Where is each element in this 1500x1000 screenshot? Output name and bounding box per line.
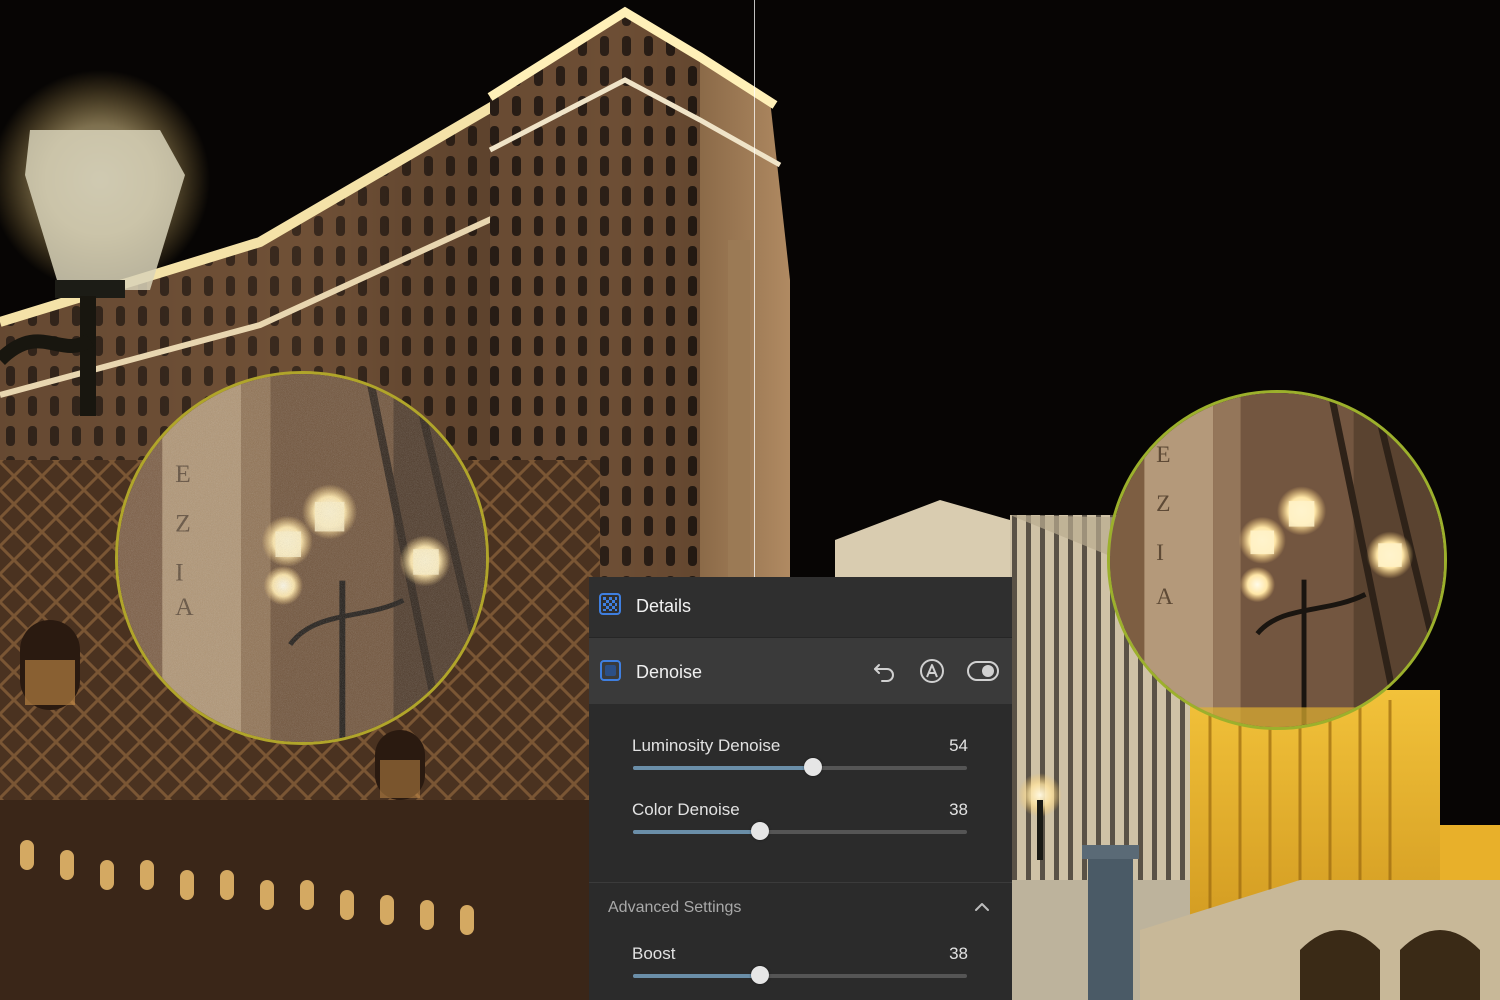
boost-slider[interactable]: Boost 38: [632, 944, 968, 994]
luminosity-denoise-slider[interactable]: Luminosity Denoise 54: [632, 736, 968, 786]
slider-label: Color Denoise: [632, 800, 740, 819]
svg-text:A: A: [1156, 584, 1173, 610]
denoise-section-header[interactable]: Denoise: [589, 638, 1012, 704]
zoom-after-image: EZIA: [1110, 393, 1444, 727]
svg-text:I: I: [1156, 540, 1164, 566]
zoom-loupe-before: EZIA: [115, 371, 489, 745]
auto-icon[interactable]: [917, 656, 947, 686]
svg-text:Z: Z: [1156, 491, 1170, 517]
photo-editor-workspace: EZIA Details Denoise Luminosity Denoise …: [0, 0, 1500, 1000]
denoise-section-title: Denoise: [636, 662, 703, 682]
slider-label: Luminosity Denoise: [632, 736, 781, 755]
slider-track[interactable]: [633, 822, 967, 840]
slider-fill: [633, 766, 814, 770]
svg-text:E: E: [1156, 442, 1170, 468]
slider-fill: [633, 830, 760, 834]
slider-value[interactable]: 38: [949, 800, 968, 820]
undo-icon[interactable]: [870, 656, 900, 686]
denoise-icon: [600, 660, 621, 681]
zoom-before-image: EZIA: [118, 374, 486, 742]
slider-thumb[interactable]: [750, 822, 769, 840]
section-divider: [589, 882, 1012, 883]
zoom-loupe-after: EZIA: [1107, 390, 1447, 730]
details-panel: Details Denoise Luminosity Denoise 54 Co…: [589, 577, 1012, 1000]
slider-track[interactable]: [633, 966, 967, 984]
color-denoise-slider[interactable]: Color Denoise 38: [632, 800, 968, 850]
visibility-toggle-icon[interactable]: [966, 656, 1000, 686]
details-panel-header[interactable]: Details: [589, 577, 1012, 638]
slider-fill: [633, 974, 760, 978]
details-grid-icon: [599, 593, 621, 615]
details-panel-title: Details: [636, 596, 692, 616]
before-after-split-line[interactable]: [754, 0, 755, 580]
chevron-up-icon[interactable]: [973, 899, 991, 915]
slider-track[interactable]: [633, 758, 967, 776]
slider-thumb[interactable]: [804, 758, 823, 776]
advanced-settings-toggle[interactable]: Advanced Settings: [608, 899, 741, 917]
slider-value[interactable]: 54: [949, 736, 968, 756]
slider-label: Boost: [632, 944, 676, 963]
slider-value[interactable]: 38: [949, 944, 968, 964]
slider-thumb[interactable]: [750, 966, 769, 984]
